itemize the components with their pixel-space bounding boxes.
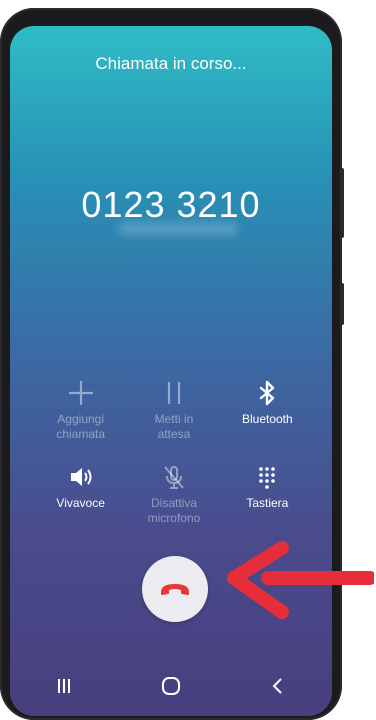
plus-icon (34, 376, 127, 410)
keypad-label: Tastiera (246, 496, 289, 510)
mute-button[interactable]: Disattiva microfono (127, 460, 220, 526)
hold-label-1: Metti in (154, 412, 194, 426)
pause-icon (127, 376, 220, 410)
power-button (340, 283, 344, 325)
call-actions-grid: Aggiungi chiamata Metti in attesa Blueto… (34, 376, 314, 526)
add-call-label-2: chiamata (56, 427, 106, 441)
speaker-label: Vivavoce (56, 496, 105, 510)
mute-label-1: Disattiva (150, 496, 197, 510)
volume-button (340, 168, 344, 238)
navigation-bar (10, 656, 332, 716)
recent-apps-icon[interactable] (44, 671, 84, 701)
back-icon[interactable] (258, 671, 298, 701)
add-call-label-1: Aggiungi (57, 412, 105, 426)
bluetooth-label: Bluetooth (241, 412, 293, 426)
keypad-icon (221, 460, 314, 494)
hold-label-2: attesa (157, 427, 191, 441)
end-call-button[interactable] (142, 556, 208, 622)
end-call-icon (161, 584, 189, 595)
add-call-button[interactable]: Aggiungi chiamata (34, 376, 127, 442)
mic-off-icon (127, 460, 220, 494)
bluetooth-icon (221, 376, 314, 410)
keypad-button[interactable]: Tastiera (221, 460, 314, 526)
red-arrow-icon (227, 541, 374, 619)
phone-number: 0123 3210 (81, 184, 261, 225)
speaker-icon (34, 460, 127, 494)
stage: Chiamata in corso... 0123 3210 Aggiungi … (0, 0, 376, 720)
home-icon[interactable] (151, 671, 191, 701)
hold-button[interactable]: Metti in attesa (127, 376, 220, 442)
bluetooth-button[interactable]: Bluetooth (221, 376, 314, 442)
blurred-contact-info (118, 222, 238, 236)
speaker-button[interactable]: Vivavoce (34, 460, 127, 526)
call-status: Chiamata in corso... (95, 54, 247, 73)
mute-label-2: microfono (147, 511, 201, 525)
